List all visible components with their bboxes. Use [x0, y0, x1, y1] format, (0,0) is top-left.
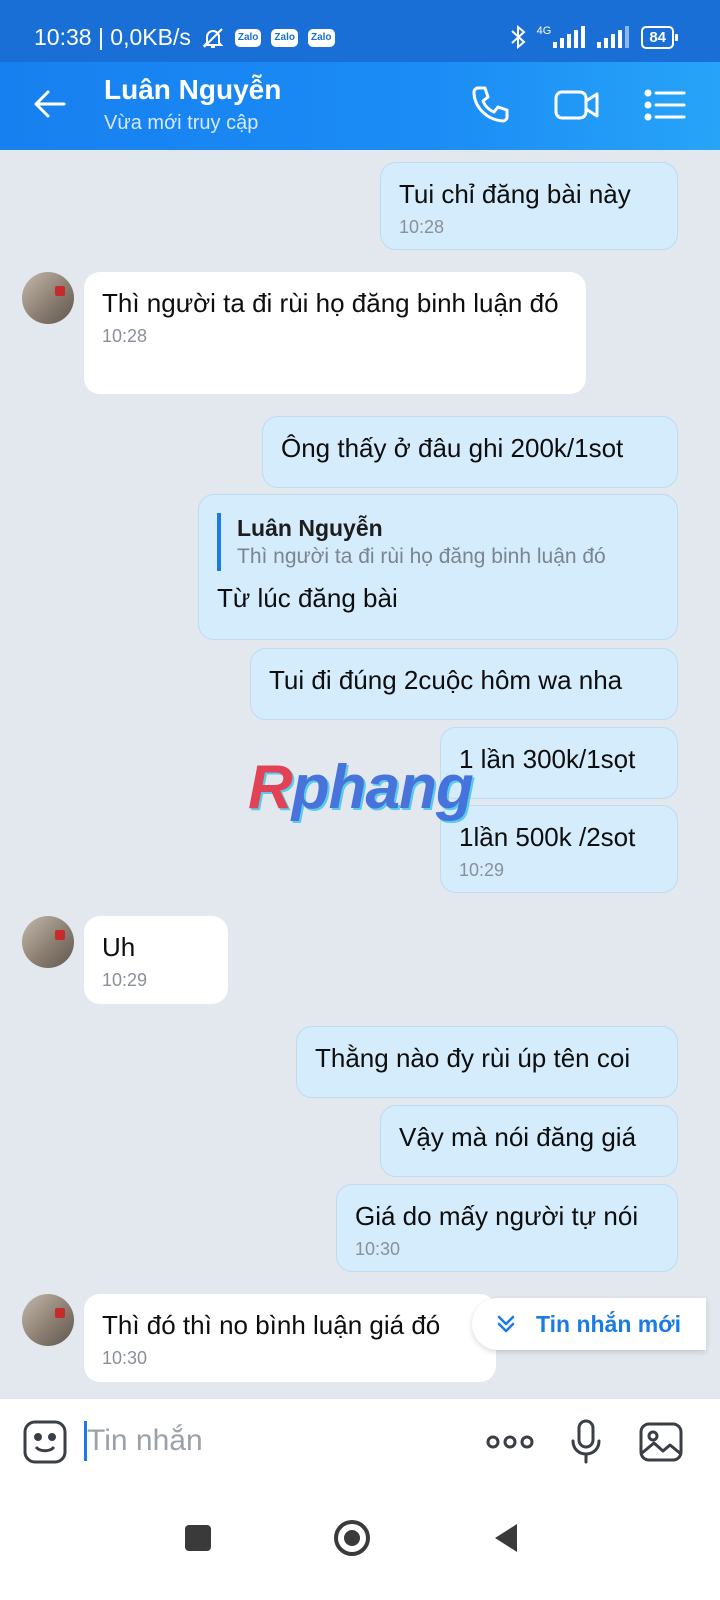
- message-incoming[interactable]: Uh 10:29: [84, 916, 228, 1004]
- status-time-speed: 10:38 | 0,0KB/s: [34, 24, 191, 50]
- recent-apps-button[interactable]: [168, 1508, 228, 1568]
- phone-call-icon[interactable]: [468, 84, 514, 126]
- message-text: Tui đi đúng 2cuộc hôm wa nha: [269, 665, 623, 695]
- new-message-button[interactable]: Tin nhắn mới: [472, 1298, 706, 1350]
- square-icon: [185, 1525, 211, 1551]
- network-type: 4G: [536, 25, 552, 37]
- zalo-notification-icon: Zalo: [234, 28, 262, 47]
- message-time: 10:30: [355, 1239, 401, 1259]
- zalo-notification-icon: Zalo: [271, 28, 298, 47]
- microphone-icon[interactable]: [570, 1419, 602, 1465]
- message-incoming[interactable]: Thì người ta đi rùi họ đăng binh luận đó…: [84, 272, 586, 394]
- message-text: Uh: [102, 932, 136, 962]
- menu-list-icon[interactable]: [642, 84, 688, 126]
- message-text: 1lần 500k /2sot: [459, 822, 636, 852]
- message-composer: Tin nhắn: [0, 1398, 720, 1484]
- message-text: Vậy mà nói đăng giá: [399, 1122, 637, 1152]
- message-incoming[interactable]: Thì đó thì no bình luận giá đó 10:30: [84, 1294, 496, 1382]
- contact-name[interactable]: Luân Nguyễn: [104, 74, 281, 106]
- status-bar: 10:38 | 0,0KB/s Zalo Zalo Zalo 4G 84: [0, 0, 720, 62]
- message-text: Ông thấy ở đâu ghi 200k/1sot: [281, 433, 624, 463]
- message-outgoing[interactable]: Thằng nào đy rùi úp tên coi: [296, 1026, 678, 1098]
- message-outgoing[interactable]: Tui chỉ đăng bài này 10:28: [380, 162, 678, 250]
- watermark-logo: Rphang: [248, 753, 474, 822]
- message-outgoing[interactable]: 1lần 500k /2sot 10:29: [440, 805, 678, 893]
- avatar[interactable]: [22, 916, 74, 968]
- image-gallery-icon[interactable]: [638, 1419, 684, 1465]
- message-text: Thằng nào đy rùi úp tên coi: [315, 1043, 631, 1073]
- home-button[interactable]: [322, 1508, 382, 1568]
- message-time: 10:28: [399, 217, 445, 237]
- message-text: Thì người ta đi rùi họ đăng binh luận đó: [102, 288, 559, 318]
- more-options-icon[interactable]: [486, 1419, 534, 1465]
- message-text: Từ lúc đăng bài: [217, 583, 398, 613]
- double-chevron-down-icon: [497, 1315, 515, 1333]
- signal-icon: [553, 26, 586, 48]
- home-circle-icon: [334, 1520, 370, 1556]
- triangle-back-icon: [495, 1524, 517, 1552]
- message-outgoing[interactable]: Vậy mà nói đăng giá: [380, 1105, 678, 1177]
- message-time: 10:28: [102, 326, 148, 346]
- avatar[interactable]: [22, 1294, 74, 1346]
- message-outgoing[interactable]: 1 lần 300k/1sọt: [440, 727, 678, 799]
- quote-sender: Luân Nguyễn: [237, 515, 383, 541]
- message-outgoing[interactable]: Giá do mấy người tự nói 10:30: [336, 1184, 678, 1272]
- message-text: Giá do mấy người tự nói: [355, 1201, 639, 1231]
- signal-icon-secondary: [597, 26, 630, 48]
- contact-status: Vừa mới truy cập: [104, 112, 259, 134]
- battery-indicator: 84: [641, 25, 678, 49]
- message-time: 10:30: [102, 1348, 148, 1368]
- message-text: Tui chỉ đăng bài này: [399, 179, 631, 209]
- quote-text: Thì người ta đi rùi họ đăng binh luận đó: [237, 545, 606, 568]
- new-message-label: Tin nhắn mới: [536, 1310, 681, 1337]
- avatar[interactable]: [22, 272, 74, 324]
- message-time: 10:29: [459, 860, 505, 880]
- back-button[interactable]: [476, 1508, 536, 1568]
- zalo-notification-icon: Zalo: [307, 28, 335, 47]
- message-text: Thì đó thì no bình luận giá đó: [102, 1310, 441, 1340]
- chat-header: Luân Nguyễn Vừa mới truy cập: [0, 62, 720, 150]
- message-input[interactable]: Tin nhắn: [84, 1421, 203, 1461]
- back-arrow-icon[interactable]: [30, 84, 70, 124]
- message-outgoing[interactable]: Ông thấy ở đâu ghi 200k/1sot: [262, 416, 678, 488]
- status-right: 4G 84: [509, 24, 678, 50]
- system-navigation-bar: [0, 1484, 720, 1600]
- status-left: 10:38 | 0,0KB/s Zalo Zalo Zalo: [34, 24, 335, 51]
- message-time: 10:29: [102, 970, 148, 990]
- sticker-icon[interactable]: [22, 1419, 68, 1465]
- bluetooth-icon: [510, 24, 526, 50]
- message-text: 1 lần 300k/1sọt: [459, 744, 636, 774]
- message-outgoing-reply[interactable]: Luân Nguyễn Thì người ta đi rùi họ đăng …: [198, 494, 678, 640]
- bell-muted-icon: [202, 27, 224, 48]
- reply-quote[interactable]: Luân Nguyễn Thì người ta đi rùi họ đăng …: [217, 513, 659, 571]
- message-outgoing[interactable]: Tui đi đúng 2cuộc hôm wa nha: [250, 648, 678, 720]
- video-call-icon[interactable]: [554, 84, 600, 126]
